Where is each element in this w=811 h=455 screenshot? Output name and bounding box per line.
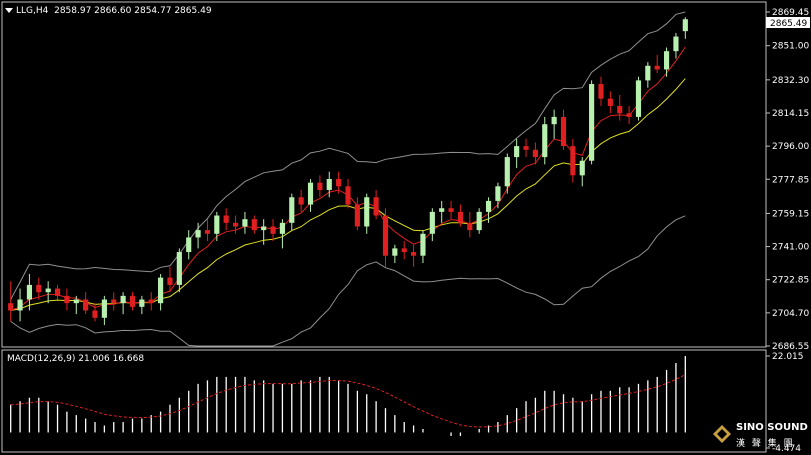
candle (64, 288, 70, 311)
main-pane-border (1, 1, 767, 348)
candle (467, 211, 473, 238)
candlestick-series (8, 17, 688, 326)
macd-pane-border (1, 349, 767, 453)
candle (607, 91, 613, 114)
candle (654, 54, 660, 74)
candle (598, 76, 604, 106)
candle (204, 219, 211, 242)
candle (476, 208, 482, 234)
candle (232, 215, 239, 234)
ohlc-values: 2858.97 2866.60 2854.77 2865.49 (54, 6, 212, 16)
candle (242, 211, 248, 234)
price-tick-label: 2832.30 (772, 76, 809, 86)
candle (92, 303, 98, 322)
candle (354, 197, 360, 231)
candle (279, 219, 285, 249)
lower-band-line (10, 215, 686, 347)
candle (401, 241, 407, 260)
brand-emblem-icon (713, 425, 731, 443)
candle (448, 200, 454, 220)
price-axis: 2869.45 2851.00 2832.30 2814.15 2796.00 2777.… (766, 8, 809, 352)
candle (570, 138, 576, 183)
candle (345, 179, 351, 209)
price-tick-label: 2777.85 (772, 175, 809, 185)
brand-logo: SINO SOUND 漢 聲 集 團 (712, 418, 808, 452)
candle (223, 208, 229, 231)
candle (523, 138, 529, 158)
candle (148, 292, 154, 311)
candle (251, 215, 257, 234)
candle (579, 157, 585, 187)
price-tick-label: 2759.15 (772, 209, 809, 219)
candle (682, 17, 688, 39)
upper-band-line (10, 11, 686, 300)
price-tick-label: 2741.00 (772, 243, 809, 253)
candle (307, 179, 314, 212)
candle (382, 208, 389, 267)
candle (504, 153, 510, 194)
price-tick-label: 2704.70 (772, 309, 809, 319)
candle (139, 295, 145, 315)
candle (8, 281, 14, 322)
candle (45, 281, 51, 304)
candle (129, 292, 136, 311)
candle (429, 208, 435, 242)
candle (214, 211, 220, 242)
candle (617, 94, 623, 121)
candle (542, 116, 548, 165)
price-chart[interactable]: 2869.45 2851.00 2832.30 2814.15 2796.00 2777.… (0, 0, 811, 455)
candle (589, 80, 595, 165)
symbol-label: LLG,H4 (16, 6, 49, 16)
moving-averages (10, 46, 686, 311)
brand-name: SINO SOUND (736, 422, 808, 433)
candle (120, 292, 126, 315)
candle (420, 230, 426, 264)
candle (176, 248, 182, 293)
candle (645, 62, 651, 88)
candle (626, 105, 632, 125)
candle (270, 219, 276, 242)
macd-top-label: 22.015 (772, 352, 804, 362)
candle (158, 273, 164, 311)
current-price-label: 2865.49 (770, 19, 807, 29)
candle (514, 138, 520, 169)
candle (411, 244, 417, 267)
candle (635, 76, 642, 121)
price-tick-label: 2851.00 (772, 42, 809, 52)
candle (364, 193, 370, 234)
macd-title: MACD(12,26,9) 21.006 16.668 (7, 354, 145, 364)
fast-ma-line (10, 46, 686, 311)
price-tick-label: 2686.55 (772, 342, 809, 352)
dropdown-arrow-icon[interactable] (5, 8, 13, 13)
symbol-header[interactable]: LLG,H4 2858.97 2866.60 2854.77 2865.49 (5, 6, 212, 16)
candle (373, 189, 379, 220)
candle (298, 189, 304, 212)
price-tick-label: 2869.45 (772, 8, 809, 18)
candle (186, 230, 192, 260)
price-tick-label: 2814.15 (772, 109, 809, 119)
candle (560, 109, 567, 150)
candle (673, 32, 679, 59)
candle (663, 47, 670, 77)
price-tick-label: 2796.00 (772, 142, 809, 152)
candle (392, 244, 398, 264)
candle (83, 292, 89, 315)
candle (101, 295, 107, 326)
candle (495, 182, 501, 209)
current-price-marker: 2865.49 (766, 17, 810, 29)
macd-histogram (10, 356, 686, 436)
candle (111, 292, 117, 311)
candle (317, 175, 323, 198)
candle (54, 284, 61, 300)
candle (439, 200, 445, 223)
candle (17, 288, 23, 322)
candle (551, 109, 557, 139)
price-tick-label: 2722.85 (772, 276, 809, 286)
candle (289, 193, 295, 231)
brand-subtitle: 漢 聲 集 團 (736, 439, 795, 449)
